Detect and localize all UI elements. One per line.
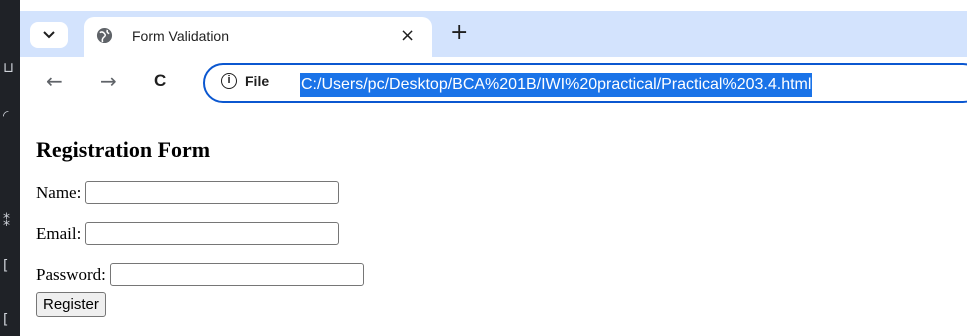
chevron-down-icon xyxy=(43,31,55,39)
forward-arrow-icon[interactable]: → xyxy=(100,71,117,91)
address-bar[interactable]: i File C:/Users/pc/Desktop/BCA%201B/IWI%… xyxy=(203,63,967,103)
password-field[interactable] xyxy=(109,263,364,286)
back-arrow-icon[interactable]: ← xyxy=(46,71,63,91)
background-e-glyph: [ xyxy=(3,312,9,328)
background-u-glyph: ⊔ xyxy=(3,60,14,76)
background-c-glyph: ◜ xyxy=(3,108,9,124)
password-row: Password: xyxy=(36,263,364,286)
browser-toolbar: ← → C i File C:/Users/pc/Desktop/BCA%201… xyxy=(20,57,967,109)
background-bracket-glyph: [ xyxy=(3,258,9,274)
email-row: Email: xyxy=(36,222,340,245)
close-icon[interactable]: × xyxy=(400,25,415,46)
site-info-chip[interactable]: i File xyxy=(221,73,269,89)
register-button[interactable]: Register xyxy=(36,292,106,317)
url-text[interactable]: C:/Users/pc/Desktop/BCA%201B/IWI%20pract… xyxy=(300,73,813,97)
password-label: Password: xyxy=(36,264,106,284)
page-content: Registration Form Name: Email: Password:… xyxy=(20,109,967,336)
tab-search-button[interactable] xyxy=(30,22,68,48)
tab-bar: Form Validation × + xyxy=(20,11,967,57)
new-tab-button[interactable]: + xyxy=(450,22,468,44)
info-icon: i xyxy=(221,73,237,89)
background-x-glyph: ⁑ xyxy=(3,214,10,230)
tab-title: Form Validation xyxy=(132,28,230,44)
email-label: Email: xyxy=(36,223,82,243)
reload-icon[interactable]: C xyxy=(154,71,166,91)
email-field[interactable] xyxy=(85,222,340,245)
globe-icon xyxy=(96,27,113,44)
tab-form-validation[interactable]: Form Validation × xyxy=(84,17,432,57)
name-row: Name: xyxy=(36,181,340,204)
name-label: Name: xyxy=(36,182,82,202)
background-window-edge: ⊔ ◜ ⁑ [ [ xyxy=(0,0,20,336)
site-info-label: File xyxy=(245,73,270,89)
browser-window: Form Validation × + ← → C i File C:/User… xyxy=(20,11,967,336)
page-title: Registration Form xyxy=(36,137,211,162)
name-field[interactable] xyxy=(85,181,340,204)
